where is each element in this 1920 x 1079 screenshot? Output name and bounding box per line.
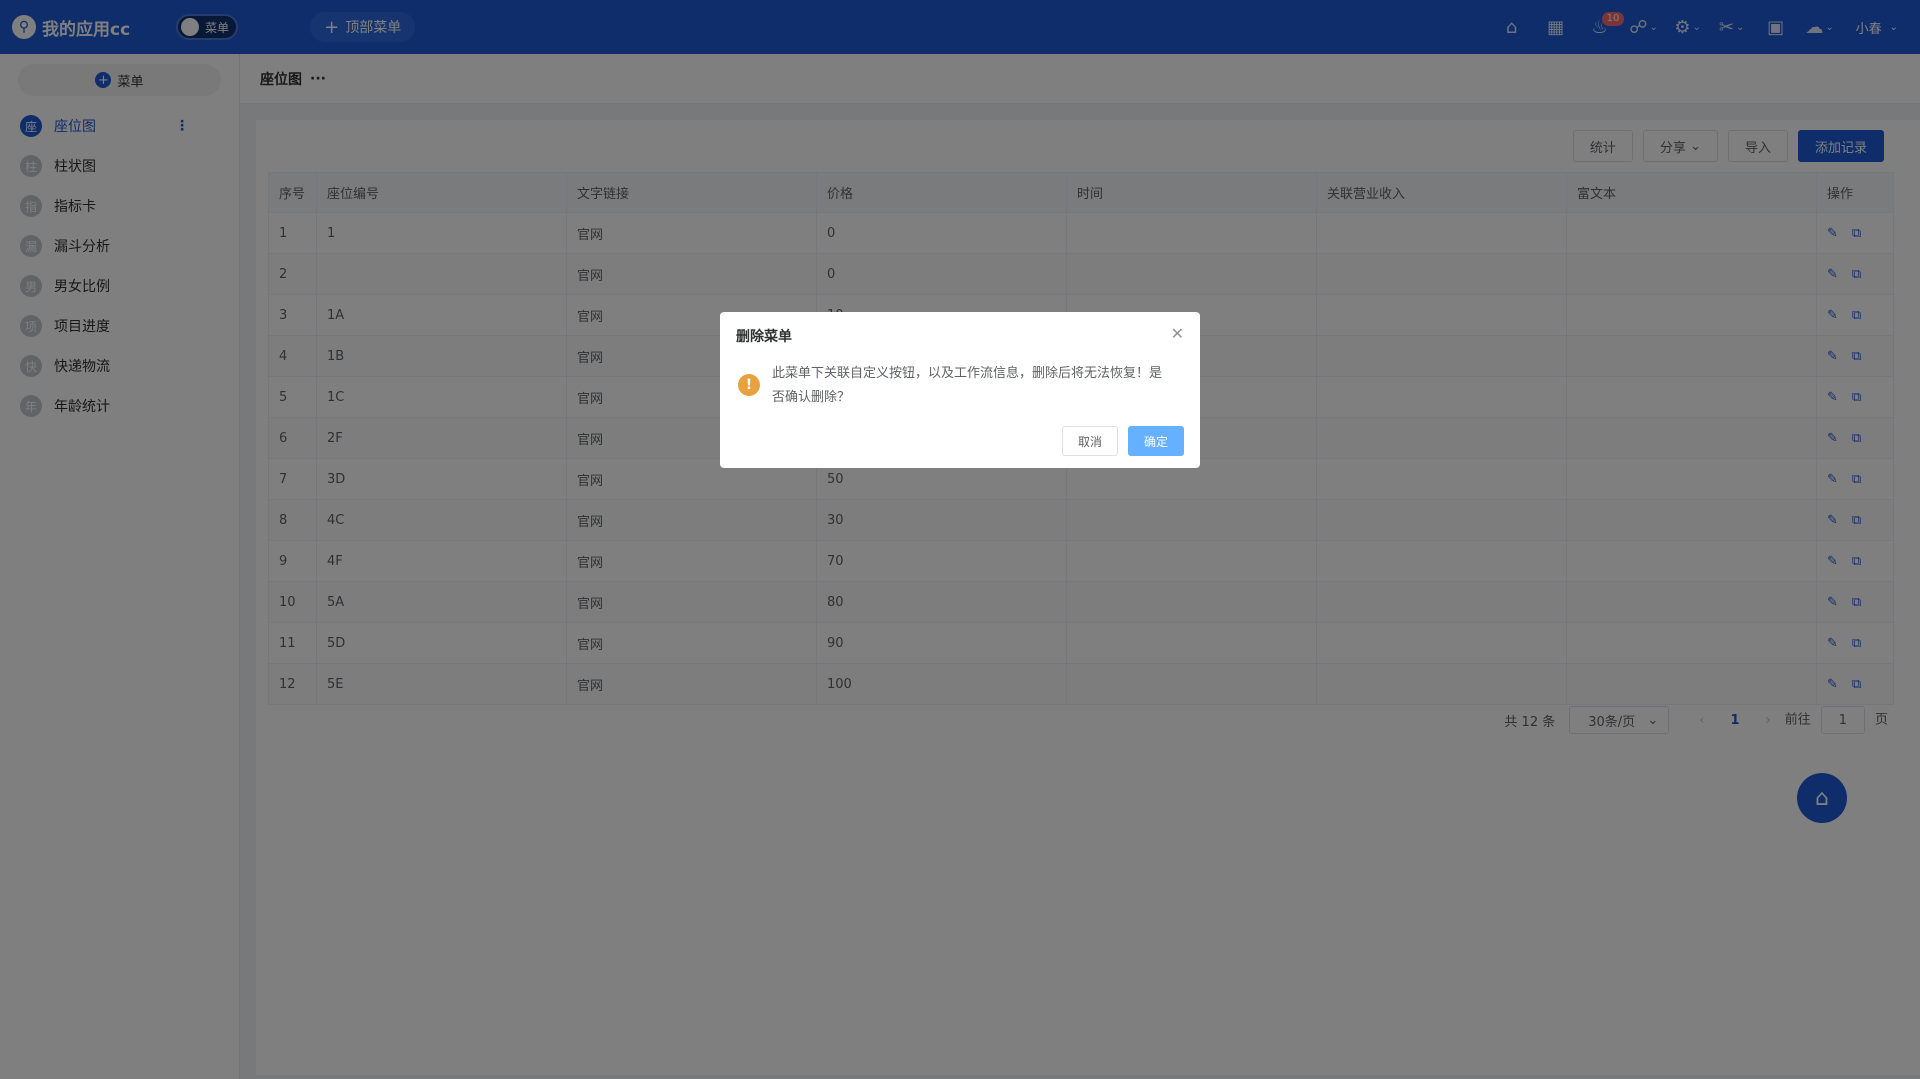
- dialog-buttons: 取消 确定: [1052, 426, 1184, 456]
- cancel-button[interactable]: 取消: [1061, 426, 1118, 456]
- close-icon[interactable]: ✕: [1171, 324, 1184, 343]
- delete-menu-dialog: 删除菜单 ✕ ! 此菜单下关联自定义按钮，以及工作流信息，删除后将无法恢复！是否…: [720, 312, 1200, 468]
- dialog-title: 删除菜单: [736, 329, 792, 345]
- confirm-button[interactable]: 确定: [1127, 426, 1184, 456]
- dialog-message: 此菜单下关联自定义按钮，以及工作流信息，删除后将无法恢复！是否确认删除？: [772, 366, 1163, 405]
- modal-mask[interactable]: [0, 0, 1920, 1079]
- warning-icon: !: [738, 374, 760, 396]
